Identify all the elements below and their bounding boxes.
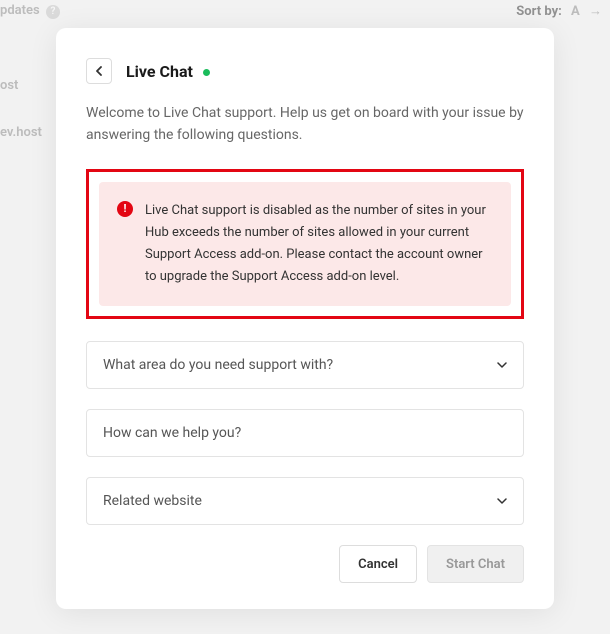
help-input-placeholder: How can we help you?	[103, 425, 241, 441]
chevron-down-icon	[497, 360, 507, 370]
modal-title: Live Chat	[126, 62, 193, 81]
modal-footer: Cancel Start Chat	[86, 545, 524, 583]
status-online-icon	[203, 69, 210, 76]
related-website-label: Related website	[103, 493, 202, 509]
alert-error-icon: !	[117, 201, 133, 217]
related-website-select[interactable]: Related website	[86, 477, 524, 525]
support-area-select[interactable]: What area do you need support with?	[86, 341, 524, 389]
alert-highlight-border: ! Live Chat support is disabled as the n…	[86, 169, 524, 319]
help-input[interactable]: How can we help you?	[86, 409, 524, 457]
start-chat-button-label: Start Chat	[446, 557, 505, 572]
live-chat-modal: Live Chat Welcome to Live Chat support. …	[56, 28, 554, 609]
chevron-left-icon	[96, 66, 103, 76]
cancel-button[interactable]: Cancel	[339, 545, 417, 583]
alert-message: Live Chat support is disabled as the num…	[145, 200, 493, 288]
back-button[interactable]	[86, 58, 112, 84]
modal-intro-text: Welcome to Live Chat support. Help us ge…	[86, 102, 524, 147]
alert-box: ! Live Chat support is disabled as the n…	[99, 182, 511, 306]
start-chat-button[interactable]: Start Chat	[427, 545, 524, 583]
chevron-down-icon	[497, 496, 507, 506]
modal-header: Live Chat	[86, 58, 524, 84]
support-area-label: What area do you need support with?	[103, 357, 333, 373]
modal-title-wrap: Live Chat	[126, 62, 210, 81]
cancel-button-label: Cancel	[358, 557, 398, 572]
